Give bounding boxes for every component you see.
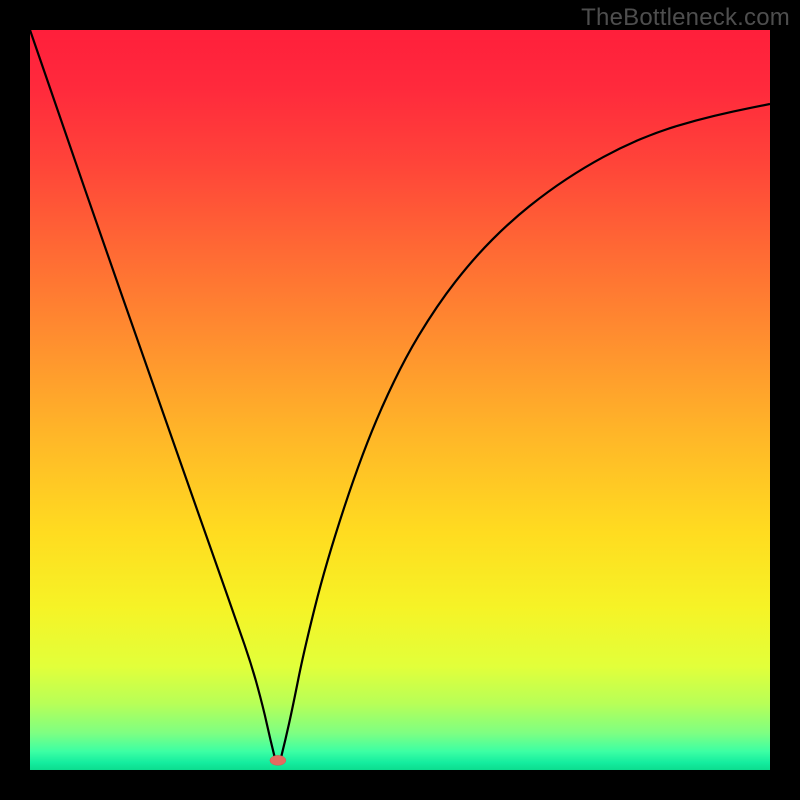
plot-area — [30, 30, 770, 770]
watermark: TheBottleneck.com — [581, 4, 790, 32]
gradient-bg — [30, 30, 770, 770]
plot-svg — [30, 30, 770, 770]
optimum-marker — [270, 755, 286, 765]
chart-frame: TheBottleneck.com — [0, 0, 800, 800]
